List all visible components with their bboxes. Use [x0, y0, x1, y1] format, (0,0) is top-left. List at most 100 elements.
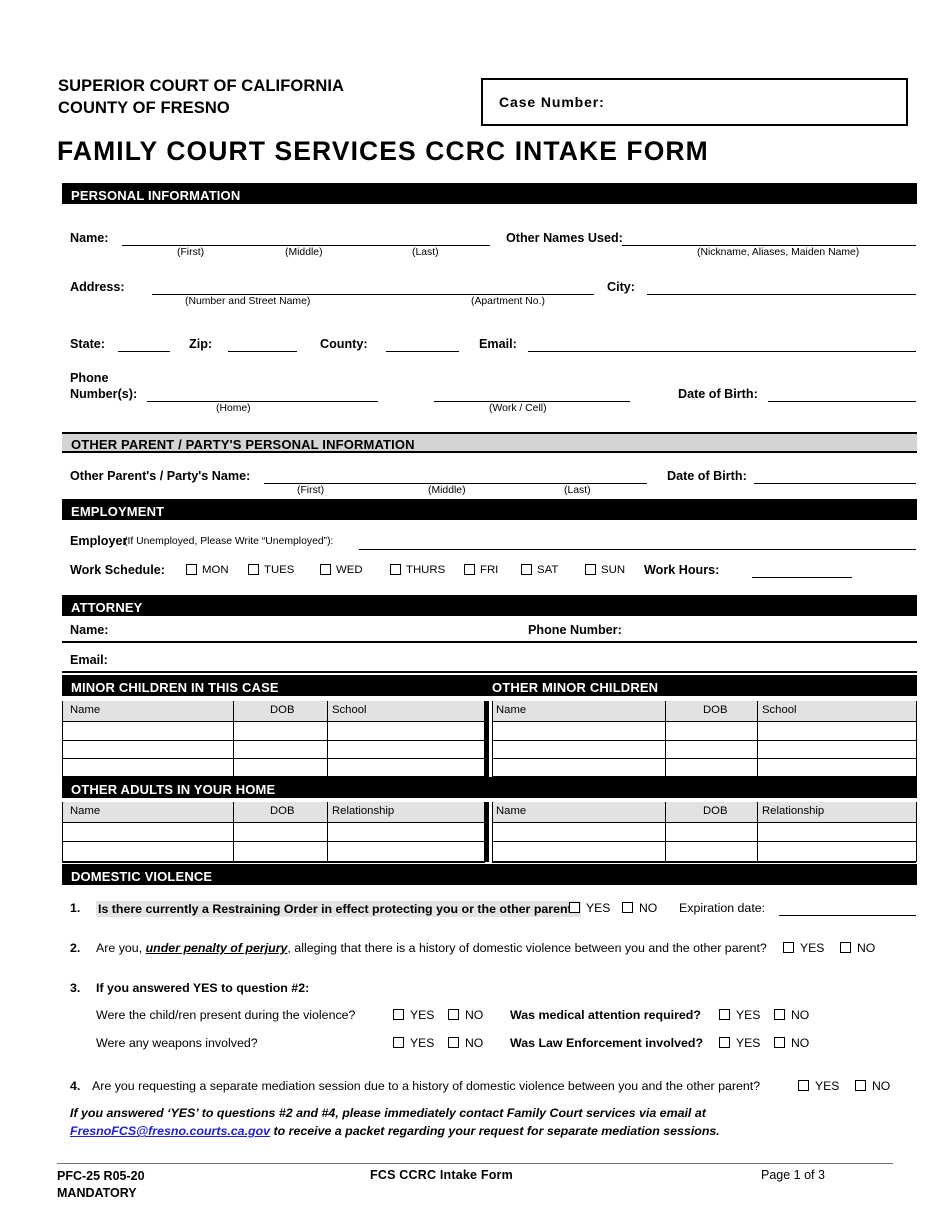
table-left-border — [492, 802, 493, 862]
checkbox-saturday[interactable] — [521, 564, 532, 575]
other-names-hint: (Nickname, Aliases, Maiden Name) — [697, 247, 860, 258]
checkbox-thursday[interactable] — [390, 564, 401, 575]
question-3b-no-label: NO — [791, 1008, 810, 1022]
column-header-dob: DOB — [270, 805, 295, 817]
dv-note-line-2-rest: to receive a packet regarding your reque… — [270, 1124, 720, 1138]
question-3a-text: Were the child/ren present during the vi… — [96, 1008, 356, 1022]
footer-page-number: Page 1 of 3 — [761, 1168, 825, 1182]
table-column-divider — [757, 802, 758, 862]
question-2-no-checkbox[interactable] — [840, 942, 851, 953]
day-label-tues: TUES — [264, 564, 295, 576]
table-row-divider — [62, 721, 485, 722]
table-column-divider — [757, 701, 758, 777]
other-parent-dob-input[interactable] — [754, 483, 916, 484]
checkbox-sunday[interactable] — [585, 564, 596, 575]
fcs-email-link[interactable]: FresnoFCS@fresno.courts.ca.gov — [70, 1124, 270, 1138]
question-3a-no-checkbox[interactable] — [448, 1009, 459, 1020]
city-input[interactable] — [647, 294, 916, 295]
employer-hint: (If Unemployed, Please Write “Unemployed… — [124, 536, 334, 547]
question-2-text-part2: , alleging that there is a history of do… — [287, 941, 767, 955]
work-schedule-label: Work Schedule: — [70, 563, 165, 577]
section-header-attorney: ATTORNEY — [62, 595, 917, 616]
table-row-divider — [492, 740, 916, 741]
other-parent-name-input[interactable] — [264, 483, 647, 484]
column-header-dob: DOB — [703, 704, 728, 716]
case-number-box[interactable]: Case Number: — [481, 78, 908, 126]
question-1-no-checkbox[interactable] — [622, 902, 633, 913]
state-input[interactable] — [118, 351, 170, 352]
question-3d-yes-checkbox[interactable] — [719, 1037, 730, 1048]
table-bottom-border — [62, 861, 485, 863]
day-label-thurs: THURS — [406, 564, 446, 576]
question-3b-yes-label: YES — [736, 1008, 761, 1022]
question-3a-yes-checkbox[interactable] — [393, 1009, 404, 1020]
section-header-other-adults: OTHER ADULTS IN YOUR HOME — [62, 777, 917, 798]
question-3-number: 3. — [70, 981, 81, 995]
day-label-wed: WED — [336, 564, 363, 576]
attorney-email-label: Email: — [70, 653, 108, 667]
table-right-border — [916, 802, 917, 862]
question-2-number: 2. — [70, 941, 81, 955]
question-2-text: Are you, under penalty of perjury, alleg… — [96, 941, 767, 955]
column-header-relationship: Relationship — [332, 805, 395, 817]
column-header-name: Name — [496, 704, 527, 716]
section-label-other-minor-children: OTHER MINOR CHILDREN — [492, 680, 659, 695]
day-label-sun: SUN — [601, 564, 626, 576]
question-3d-no-label: NO — [791, 1036, 810, 1050]
dv-note-line-1: If you answered ‘YES’ to questions #2 an… — [70, 1106, 706, 1120]
address-input[interactable] — [152, 294, 594, 295]
table-row-divider — [62, 740, 485, 741]
question-1-expiration-input[interactable] — [779, 915, 916, 916]
question-1-yes-checkbox[interactable] — [569, 902, 580, 913]
section-label: OTHER PARENT / PARTY'S PERSONAL INFORMAT… — [71, 437, 415, 452]
date-of-birth-input[interactable] — [768, 401, 916, 402]
checkbox-friday[interactable] — [464, 564, 475, 575]
section-header-personal-information: PERSONAL INFORMATION — [62, 183, 917, 204]
email-label: Email: — [479, 337, 517, 351]
column-header-school: School — [332, 704, 367, 716]
section-header-domestic-violence: DOMESTIC VIOLENCE — [62, 864, 917, 885]
question-4-no-checkbox[interactable] — [855, 1080, 866, 1091]
question-1-number: 1. — [70, 901, 81, 915]
question-1-text: Is there currently a Restraining Order i… — [96, 901, 582, 917]
work-hours-input[interactable] — [752, 577, 852, 578]
phone-work-hint: (Work / Cell) — [489, 403, 547, 414]
question-2-no-label: NO — [857, 941, 876, 955]
name-middle-hint: (Middle) — [285, 247, 323, 258]
checkbox-monday[interactable] — [186, 564, 197, 575]
question-3a-no-label: NO — [465, 1008, 484, 1022]
phone-work-input[interactable] — [434, 401, 630, 402]
column-header-relationship: Relationship — [762, 805, 825, 817]
checkbox-tuesday[interactable] — [248, 564, 259, 575]
question-3b-yes-checkbox[interactable] — [719, 1009, 730, 1020]
question-1-yes-label: YES — [586, 901, 611, 915]
question-3d-no-checkbox[interactable] — [774, 1037, 785, 1048]
table-row-divider — [62, 841, 485, 842]
column-header-dob: DOB — [703, 805, 728, 817]
employer-input[interactable] — [359, 549, 916, 550]
section-label: PERSONAL INFORMATION — [71, 188, 241, 203]
section-label: OTHER ADULTS IN YOUR HOME — [71, 782, 276, 797]
county-input[interactable] — [386, 351, 459, 352]
name-input[interactable] — [122, 245, 490, 246]
table-right-border — [916, 701, 917, 777]
question-3b-no-checkbox[interactable] — [774, 1009, 785, 1020]
name-first-hint: (First) — [177, 247, 205, 258]
question-4-yes-checkbox[interactable] — [798, 1080, 809, 1091]
question-3c-no-checkbox[interactable] — [448, 1037, 459, 1048]
email-input[interactable] — [528, 351, 916, 352]
question-2-emphasis: under penalty of perjury — [145, 941, 288, 955]
question-3-text: If you answered YES to question #2: — [96, 981, 310, 995]
question-3c-yes-checkbox[interactable] — [393, 1037, 404, 1048]
zip-input[interactable] — [228, 351, 297, 352]
case-number-label: Case Number: — [499, 94, 605, 110]
phone-home-input[interactable] — [147, 401, 378, 402]
question-2-yes-checkbox[interactable] — [783, 942, 794, 953]
table-left-border — [62, 701, 63, 777]
tables-center-separator — [484, 802, 489, 862]
other-names-input[interactable] — [622, 245, 916, 246]
column-header-dob: DOB — [270, 704, 295, 716]
address-apartment-hint: (Apartment No.) — [471, 296, 545, 307]
form-code: PFC-25 R05-20 — [57, 1169, 145, 1183]
checkbox-wednesday[interactable] — [320, 564, 331, 575]
